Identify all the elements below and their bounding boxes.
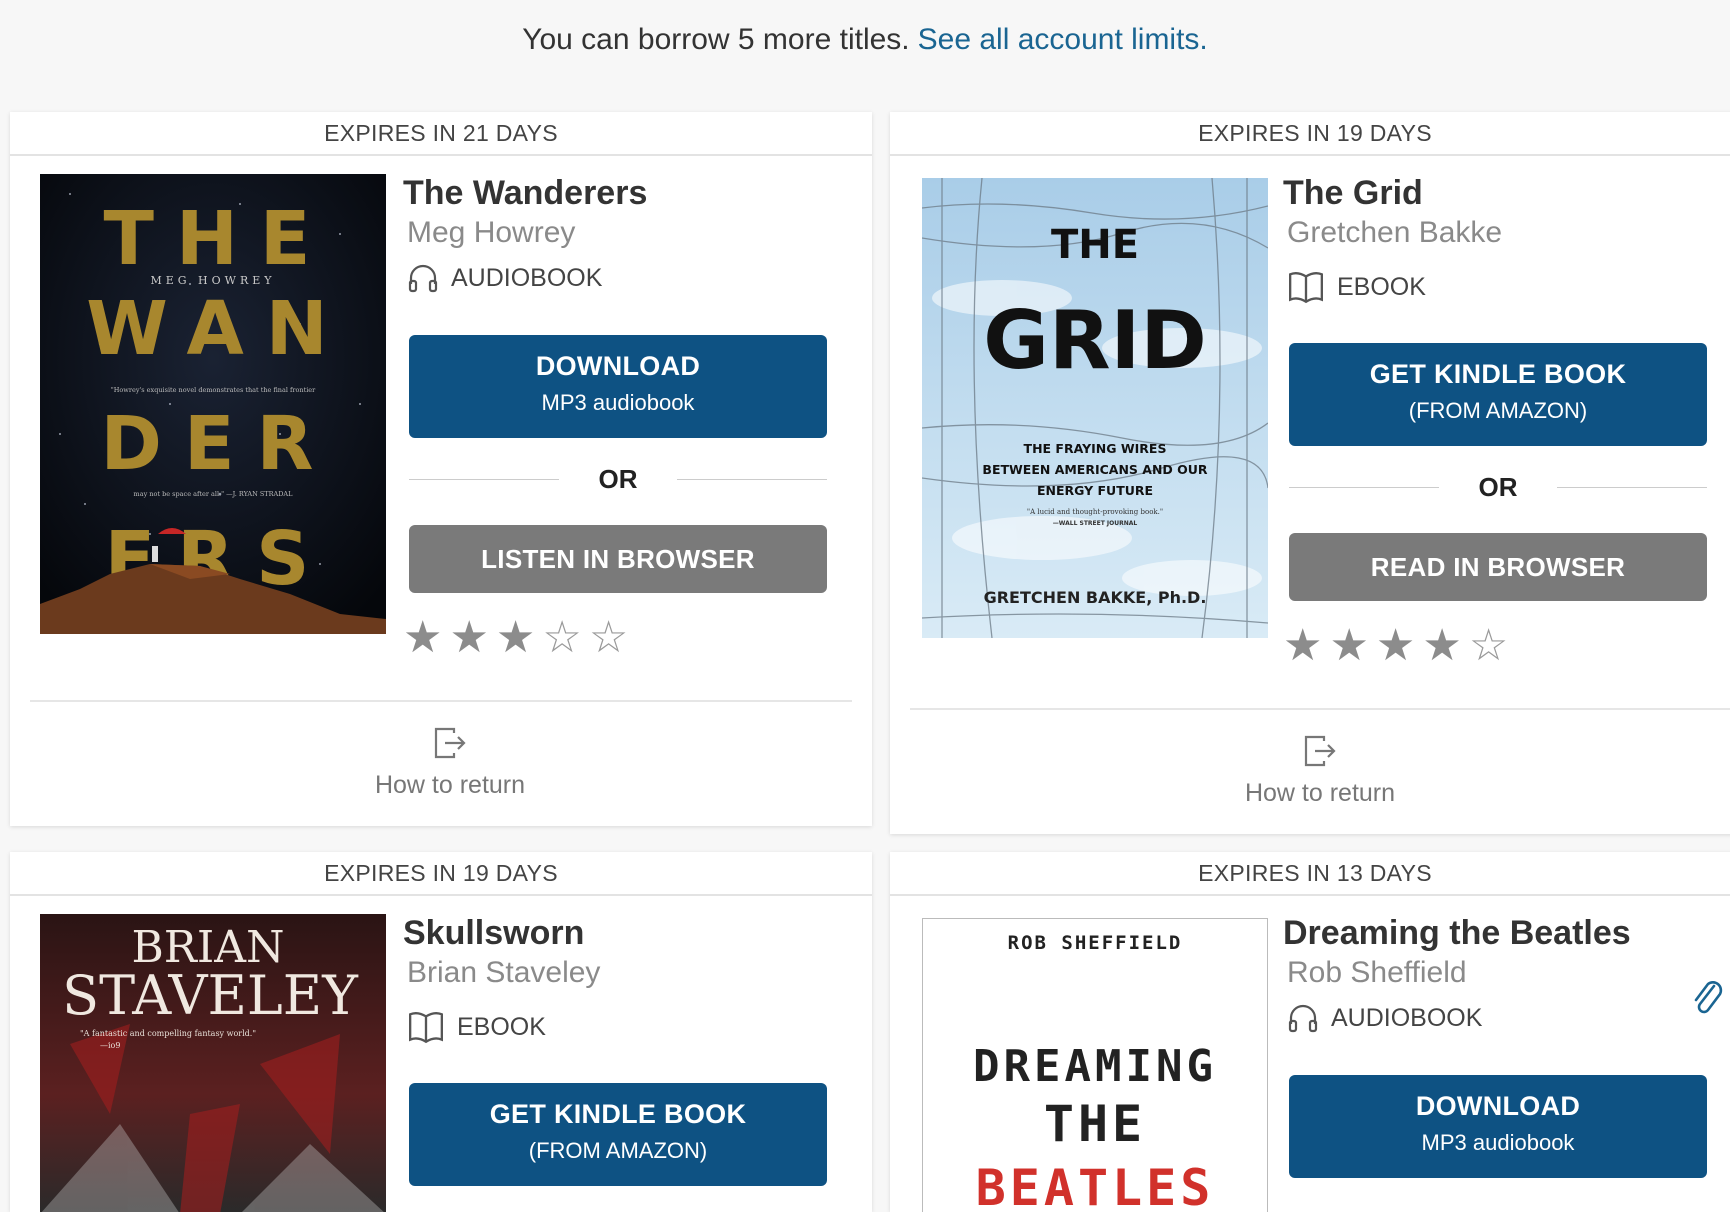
expires-label: EXPIRES IN 21 DAYS (10, 112, 872, 156)
download-button-label: DOWNLOAD (535, 351, 701, 381)
card-divider (30, 700, 852, 702)
listen-in-browser-button[interactable]: LISTEN IN BROWSER (409, 525, 827, 593)
card-divider (910, 708, 1730, 710)
kindle-button-label: GET KINDLE BOOK (489, 1099, 747, 1129)
cover-author: ROB SHEFFIELD (1008, 932, 1183, 954)
star-filled-icon[interactable]: ★ (1283, 621, 1329, 670)
expires-label: EXPIRES IN 13 DAYS (890, 852, 1730, 896)
return-icon (1304, 735, 1336, 767)
cover-quote: "A fantastic and compelling fantasy worl… (80, 1029, 256, 1038)
loan-card-skullsworn: EXPIRES IN 19 DAYS BRIAN STAVELEY "A fan… (10, 852, 872, 1212)
star-filled-icon[interactable]: ★ (496, 613, 542, 662)
cover-title-line: THE (1051, 222, 1139, 268)
download-button[interactable]: DOWNLOAD MP3 audiobook (409, 335, 827, 438)
borrow-limit-text: You can borrow 5 more titles. (522, 23, 910, 56)
cover-subtitle: ENERGY FUTURE (1037, 483, 1153, 498)
format-label: EBOOK (407, 1008, 546, 1046)
expires-label: EXPIRES IN 19 DAYS (890, 112, 1730, 156)
cover-art: BRIAN STAVELEY "A fantastic and compelli… (40, 914, 386, 1212)
star-empty-icon[interactable]: ☆ (589, 613, 635, 662)
book-title[interactable]: The Wanderers (403, 174, 647, 213)
download-button-sublabel: MP3 audiobook (541, 390, 695, 415)
or-divider: OR (1289, 472, 1707, 502)
cover-title-line: WAN (86, 286, 350, 372)
kindle-button-sublabel: (FROM AMAZON) (1408, 398, 1588, 423)
how-to-return-label: How to return (1244, 779, 1396, 807)
kindle-button-sublabel: (FROM AMAZON) (528, 1138, 708, 1163)
expires-label: EXPIRES IN 19 DAYS (10, 852, 872, 896)
loan-card-wanderers: EXPIRES IN 21 DAYS THE WAN DER ERS MEG H… (10, 112, 872, 826)
format-label: AUDIOBOOK (1287, 1002, 1482, 1034)
kindle-button-label: GET KINDLE BOOK (1369, 359, 1627, 389)
cover-quote: "Howrey's exquisite novel demonstrates t… (111, 386, 316, 394)
star-filled-icon[interactable]: ★ (403, 613, 449, 662)
loan-card-dreaming-the-beatles: EXPIRES IN 13 DAYS ROB SHEFFIELD DREAMIN… (890, 852, 1730, 1212)
cover-quote: "A lucid and thought-provoking book." (1027, 508, 1163, 516)
cover-quote: may not be space after all." —J. RYAN ST… (134, 490, 294, 498)
cover-author: GRETCHEN BAKKE, Ph.D. (984, 588, 1207, 607)
book-author[interactable]: Gretchen Bakke (1287, 216, 1502, 250)
cover-quote: —io9 (100, 1041, 120, 1050)
book-open-icon (1289, 271, 1323, 304)
get-kindle-book-button[interactable]: GET KINDLE BOOK (FROM AMAZON) (409, 1083, 827, 1186)
book-open-icon (409, 1011, 443, 1044)
cover-art: THE GRID THE FRAYING WIRES BETWEEN AMERI… (922, 178, 1268, 638)
book-cover[interactable]: ROB SHEFFIELD DREAMING THE BEATLES (922, 918, 1268, 1212)
how-to-return-link[interactable]: How to return (310, 725, 590, 800)
cover-title-line: THE (1044, 1095, 1146, 1153)
borrow-limit-banner: You can borrow 5 more titles. See all acc… (0, 0, 1730, 80)
how-to-return-link[interactable]: How to return (1180, 733, 1460, 808)
headphones-icon (408, 264, 438, 293)
paperclip-icon[interactable] (1690, 978, 1724, 1016)
cover-subtitle: BETWEEN AMERICANS AND OUR (982, 462, 1208, 477)
book-cover[interactable]: THE WAN DER ERS MEG HOWREY "Howrey's exq… (40, 174, 386, 634)
star-filled-icon[interactable]: ★ (1329, 621, 1375, 670)
star-rating[interactable]: ★★★☆☆ (403, 612, 635, 663)
format-text: AUDIOBOOK (451, 263, 603, 292)
or-divider: OR (409, 464, 827, 494)
cover-art: ROB SHEFFIELD DREAMING THE BEATLES (973, 932, 1217, 1212)
return-icon (434, 727, 466, 759)
download-button-label: DOWNLOAD (1415, 1091, 1581, 1121)
format-label: AUDIOBOOK (407, 262, 602, 294)
book-title[interactable]: The Grid (1283, 174, 1423, 213)
book-author[interactable]: Rob Sheffield (1287, 956, 1467, 990)
headphones-icon (1288, 1004, 1318, 1033)
book-author[interactable]: Brian Staveley (407, 956, 600, 990)
book-title[interactable]: Skullsworn (403, 914, 584, 953)
cover-quote: —WALL STREET JOURNAL (1053, 520, 1138, 527)
star-filled-icon[interactable]: ★ (1376, 621, 1422, 670)
star-rating[interactable]: ★★★★☆ (1283, 620, 1515, 671)
how-to-return-label: How to return (374, 771, 526, 799)
book-cover[interactable]: THE GRID THE FRAYING WIRES BETWEEN AMERI… (922, 178, 1268, 638)
book-author[interactable]: Meg Howrey (407, 216, 575, 250)
star-empty-icon[interactable]: ☆ (1469, 621, 1515, 670)
loan-card-grid: EXPIRES IN 19 DAYS THE GRID THE FRAYING … (890, 112, 1730, 834)
format-text: EBOOK (457, 1012, 546, 1041)
format-text: AUDIOBOOK (1331, 1003, 1483, 1032)
read-in-browser-button[interactable]: READ IN BROWSER (1289, 533, 1707, 601)
cover-title-line: THE (104, 196, 333, 282)
cover-subtitle: THE FRAYING WIRES (1024, 441, 1167, 456)
cover-title-line: GRID (983, 294, 1206, 387)
star-filled-icon[interactable]: ★ (1422, 621, 1468, 670)
download-button-sublabel: MP3 audiobook (1421, 1130, 1575, 1155)
get-kindle-book-button[interactable]: GET KINDLE BOOK (FROM AMAZON) (1289, 343, 1707, 446)
book-cover[interactable]: BRIAN STAVELEY "A fantastic and compelli… (40, 914, 386, 1212)
star-filled-icon[interactable]: ★ (449, 613, 495, 662)
account-limits-link[interactable]: See all account limits. (918, 23, 1208, 56)
format-label: EBOOK (1287, 268, 1426, 306)
download-button[interactable]: DOWNLOAD MP3 audiobook (1289, 1075, 1707, 1178)
cover-title-line: DER (101, 401, 336, 487)
cover-art: THE WAN DER ERS MEG HOWREY "Howrey's exq… (40, 174, 386, 634)
star-empty-icon[interactable]: ☆ (542, 613, 588, 662)
cover-author: STAVELEY (62, 964, 359, 1027)
book-title[interactable]: Dreaming the Beatles (1283, 914, 1631, 953)
format-text: EBOOK (1337, 272, 1426, 301)
cover-title-line: BEATLES (976, 1159, 1215, 1212)
cover-title-line: DREAMING (973, 1041, 1217, 1092)
cover-author: MEG HOWREY (150, 274, 275, 287)
